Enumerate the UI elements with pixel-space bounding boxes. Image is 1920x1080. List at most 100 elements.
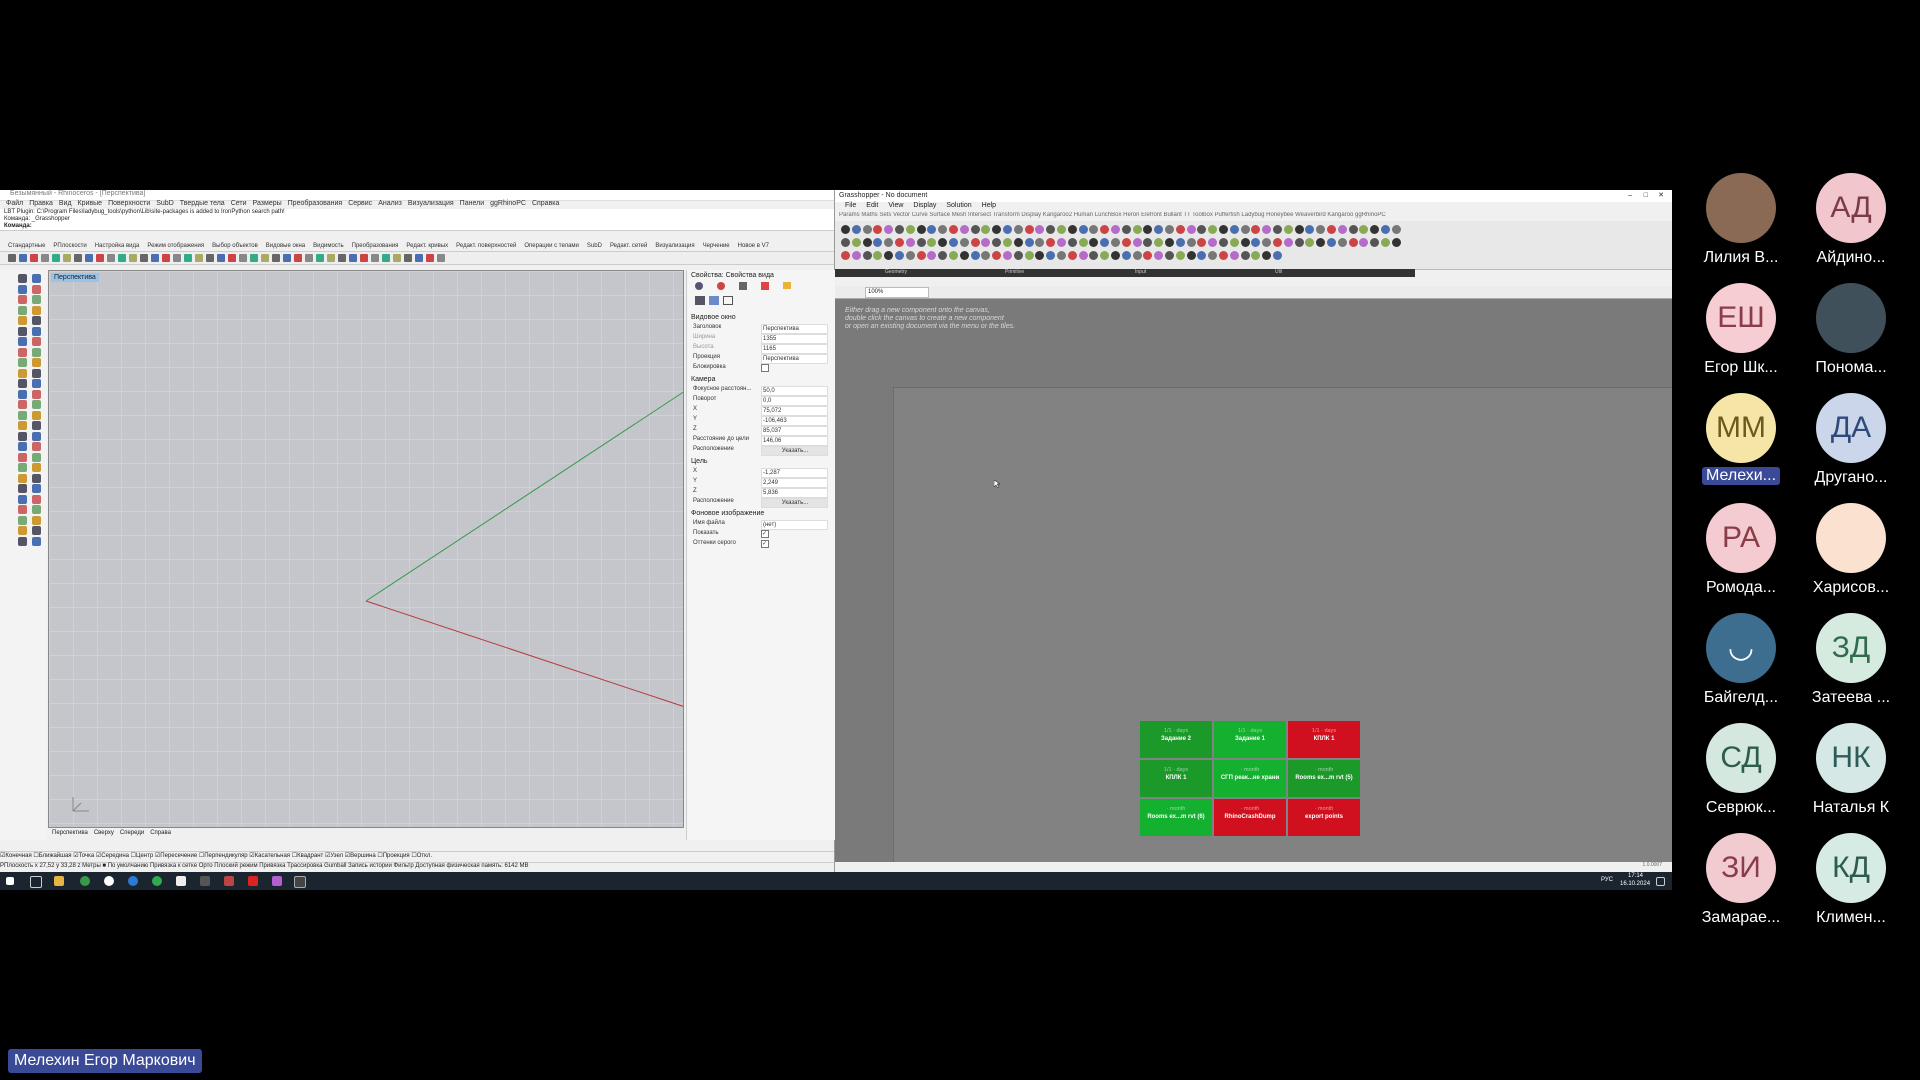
component-icon[interactable] [1316, 238, 1326, 247]
tool-icon[interactable] [96, 254, 104, 262]
tool-icon[interactable] [140, 254, 148, 262]
tool-icon[interactable] [18, 536, 27, 546]
tool-icon[interactable] [18, 442, 27, 451]
whatsapp-icon[interactable] [152, 876, 162, 886]
tool-icon[interactable] [415, 254, 423, 262]
component-icon[interactable] [981, 238, 991, 247]
tool-icon[interactable] [18, 347, 27, 357]
component-icon[interactable] [1143, 238, 1153, 247]
component-icon[interactable] [959, 251, 969, 260]
component-icon[interactable] [851, 238, 861, 247]
component-icon[interactable] [1100, 251, 1110, 260]
tool-icon[interactable] [32, 368, 41, 378]
named-view-icon[interactable] [709, 296, 719, 305]
target-location-button[interactable]: Указать... [761, 498, 828, 508]
gh-menu-item[interactable]: File [845, 202, 856, 209]
component-icon[interactable] [1046, 225, 1056, 234]
component-icon[interactable] [1219, 238, 1228, 247]
tool-icon[interactable] [404, 254, 412, 262]
tool-icon[interactable] [18, 452, 27, 462]
grayscale-checkbox[interactable]: ✓ [761, 540, 769, 548]
component-icon[interactable] [895, 238, 904, 247]
component-icon[interactable] [1208, 238, 1218, 247]
camera-icon[interactable] [695, 296, 705, 305]
component-icon[interactable] [1013, 238, 1023, 247]
gh-menu-item[interactable]: Display [913, 202, 936, 209]
yandex-icon[interactable] [104, 876, 114, 886]
perspective-viewport[interactable]: Перспектива [48, 270, 684, 828]
component-icon[interactable] [1219, 251, 1228, 260]
tool-icon[interactable] [107, 254, 115, 262]
component-icon[interactable] [992, 251, 1002, 260]
tool-icon[interactable] [32, 505, 41, 514]
component-icon[interactable] [1219, 225, 1228, 234]
projection-select[interactable]: Перспектива [761, 354, 828, 364]
component-icon[interactable] [959, 238, 969, 247]
rhino-menu-item[interactable]: ggRhinoPC [490, 200, 526, 207]
component-icon[interactable] [841, 251, 850, 260]
material-icon[interactable] [717, 282, 725, 290]
component-icon[interactable] [1197, 251, 1207, 260]
tool-icon[interactable] [426, 254, 434, 262]
component-icon[interactable] [1294, 225, 1304, 234]
component-icon[interactable] [1229, 225, 1239, 234]
tool-icon[interactable] [327, 254, 335, 262]
component-icon[interactable] [1337, 225, 1347, 234]
tool-icon[interactable] [283, 254, 291, 262]
tool-icon[interactable] [173, 254, 181, 262]
tool-icon[interactable] [8, 254, 16, 262]
tool-icon[interactable] [32, 431, 41, 441]
component-icon[interactable] [895, 225, 904, 234]
component-icon[interactable] [1100, 225, 1110, 234]
component-icon[interactable] [1013, 251, 1023, 260]
participant-tile[interactable]: Понома... [1796, 283, 1906, 383]
component-icon[interactable] [1208, 225, 1218, 234]
component-icon[interactable] [938, 238, 948, 247]
component-icon[interactable] [1165, 238, 1174, 247]
component-icon[interactable] [905, 251, 915, 260]
tool-icon[interactable] [32, 316, 41, 325]
component-icon[interactable] [1305, 238, 1315, 247]
component-icon[interactable] [1035, 251, 1045, 260]
component-icon[interactable] [970, 225, 980, 234]
gh-canvas[interactable]: Either drag a new component onto the can… [835, 299, 1672, 862]
tool-icon[interactable] [18, 515, 27, 525]
rhino-toolbar-tab[interactable]: Редакт. кривых [406, 243, 448, 249]
gh-component-tabs[interactable]: Params Maths Sets Vector Curve Surface M… [835, 212, 1672, 221]
component-icon[interactable] [862, 225, 872, 234]
tool-icon[interactable] [32, 484, 41, 493]
location-button[interactable]: Указать... [761, 446, 828, 456]
tool-icon[interactable] [393, 254, 401, 262]
component-icon[interactable] [1197, 238, 1207, 247]
component-icon[interactable] [1229, 238, 1239, 247]
tool-icon[interactable] [250, 254, 258, 262]
rhino-toolbar-tab[interactable]: Редакт. поверхностей [456, 243, 516, 249]
rhino-menu-item[interactable]: Сервис [348, 200, 372, 207]
tool-icon[interactable] [371, 254, 379, 262]
close-icon[interactable]: ✕ [1658, 190, 1664, 202]
component-icon[interactable] [905, 225, 915, 234]
component-icon[interactable] [1316, 225, 1326, 234]
recent-file-tile[interactable]: · month Rooms ex...m rvt (6) [1140, 799, 1212, 836]
participant-tile[interactable]: КД Климен... [1796, 833, 1906, 933]
component-icon[interactable] [1251, 251, 1261, 260]
component-icon[interactable] [841, 225, 850, 234]
tray-lang[interactable]: РУС [1601, 877, 1613, 883]
component-icon[interactable] [1251, 225, 1261, 234]
component-icon[interactable] [927, 225, 937, 234]
component-icon[interactable] [895, 251, 904, 260]
rhino-menu-item[interactable]: Преобразования [288, 200, 343, 207]
component-icon[interactable] [1197, 225, 1207, 234]
rhino-menu-item[interactable]: Поверхности [108, 200, 150, 207]
component-icon[interactable] [1262, 251, 1272, 260]
tool-icon[interactable] [18, 316, 27, 325]
rhino-menu-item[interactable]: Твердые тела [180, 200, 225, 207]
component-icon[interactable] [1305, 225, 1315, 234]
component-icon[interactable] [1337, 238, 1347, 247]
recent-file-tile[interactable]: 1/1 · days Задание 1 [1214, 721, 1286, 758]
component-icon[interactable] [1327, 225, 1336, 234]
tool-icon[interactable] [32, 442, 41, 451]
component-icon[interactable] [1186, 251, 1196, 260]
tool-icon[interactable] [32, 379, 41, 388]
tool-icon[interactable] [32, 326, 41, 336]
